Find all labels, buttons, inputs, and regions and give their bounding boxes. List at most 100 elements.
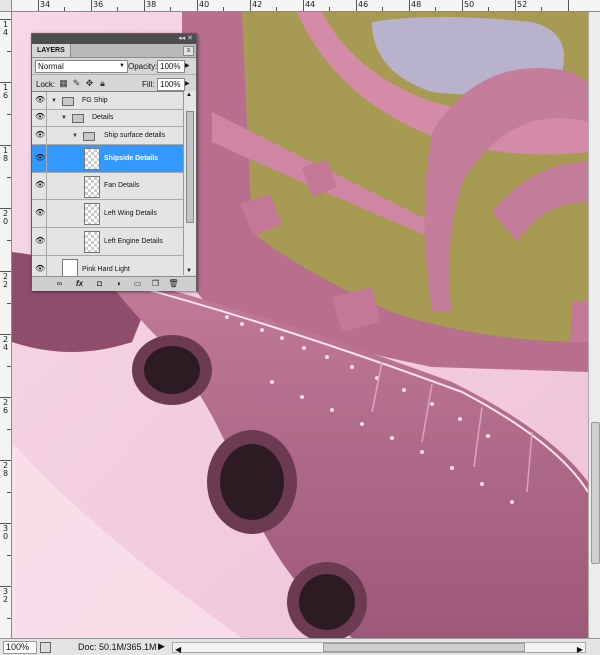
group-icon[interactable]: ▭: [132, 279, 143, 289]
scroll-thumb[interactable]: [323, 643, 525, 652]
link-icon[interactable]: ∞: [54, 279, 65, 289]
layer-thumbnail: [84, 176, 100, 198]
visibility-toggle[interactable]: 👁︎: [32, 145, 47, 172]
expand-triangle-icon[interactable]: ▼: [72, 132, 78, 140]
fx-icon[interactable]: fx: [74, 279, 85, 289]
eye-icon: 👁︎: [35, 207, 46, 217]
layer-name: Pink Hard Light: [82, 265, 130, 273]
lock-position-icon[interactable]: ✥: [85, 79, 94, 88]
layer-name: Left Wing Details: [104, 209, 157, 217]
eye-icon: 👁︎: [35, 235, 46, 245]
visibility-toggle[interactable]: 👁︎: [32, 200, 47, 227]
eye-icon: 👁︎: [35, 180, 46, 189]
ruler-label: 50: [464, 0, 475, 9]
new-layer-icon[interactable]: ❐: [150, 279, 161, 289]
eye-icon: 👁︎: [35, 112, 46, 121]
trash-icon[interactable]: 🗑︎: [168, 279, 179, 289]
layer-row[interactable]: 👁︎ ▼ Ship surface details: [32, 127, 183, 145]
doc-size-info: Doc: 50.1M/365.1M: [78, 642, 157, 652]
ruler-label: 22: [2, 272, 9, 289]
ruler-label: 36: [93, 0, 104, 9]
panel-titlebar[interactable]: ◂◂ ✕: [32, 34, 196, 44]
expand-triangle-icon[interactable]: ▼: [61, 114, 67, 122]
layer-name: Fan Details: [104, 182, 140, 189]
scroll-left-icon[interactable]: ◀: [175, 645, 181, 654]
layer-row[interactable]: 👁︎ Left Wing Details: [32, 200, 183, 228]
layer-row[interactable]: 👁︎ ▼ FG Ship: [32, 92, 183, 110]
ruler-label: 14: [2, 20, 9, 37]
opacity-field[interactable]: 100%: [157, 60, 185, 73]
ruler-label: 52: [517, 0, 528, 9]
layer-thumbnail: [84, 203, 100, 225]
visibility-toggle[interactable]: 👁︎: [32, 92, 47, 109]
tab-layers[interactable]: LAYERS: [32, 44, 71, 57]
collapse-icon[interactable]: ◂◂ ✕: [178, 34, 193, 44]
layer-thumbnail: [84, 148, 100, 170]
ruler-label: 44: [305, 0, 316, 9]
folder-icon: [62, 96, 74, 106]
ruler-label: 42: [252, 0, 263, 9]
layer-name: Details: [92, 114, 114, 121]
visibility-toggle[interactable]: 👁︎: [32, 256, 47, 276]
ruler-label: 30: [2, 524, 9, 541]
scroll-up-icon[interactable]: ▲: [186, 92, 192, 98]
status-bar: 100% Doc: 50.1M/365.1M ▶ ◀ ▶: [0, 638, 600, 655]
folder-icon: [72, 114, 84, 123]
ruler-label: 38: [146, 0, 157, 9]
horizontal-ruler[interactable]: 34 36 38 40 42 44 46 48 50 52: [0, 0, 600, 12]
layer-row[interactable]: 👁︎ Fan Details: [32, 173, 183, 200]
ruler-label: 34: [40, 0, 51, 9]
scroll-right-icon[interactable]: ▶: [577, 645, 583, 654]
layer-row-selected[interactable]: 👁︎ Shipside Details: [32, 145, 183, 173]
lock-transparency-icon[interactable]: ▦: [59, 79, 68, 88]
zoom-field[interactable]: 100%: [3, 641, 37, 654]
blend-mode-select[interactable]: Normal ▼: [35, 60, 128, 73]
eye-icon: 👁︎: [35, 94, 46, 104]
layers-list: 👁︎ ▼ FG Ship 👁︎ ▼ Details 👁︎ ▼ Ship surf…: [32, 91, 183, 276]
eye-icon: 👁︎: [35, 129, 46, 139]
eye-icon: 👁︎: [35, 263, 46, 273]
status-menu-arrow-icon[interactable]: ▶: [158, 641, 165, 652]
panel-menu-icon[interactable]: ≡: [183, 46, 194, 56]
layer-name: Left Engine Details: [104, 237, 163, 245]
layer-row[interactable]: 👁︎ Left Engine Details: [32, 228, 183, 256]
layer-name: FG Ship: [82, 96, 108, 104]
folder-icon: [83, 131, 95, 141]
adjustment-icon[interactable]: ◐: [114, 279, 125, 289]
layers-scrollbar[interactable]: ▲ ▼: [183, 91, 196, 275]
scroll-thumb[interactable]: [591, 422, 600, 564]
vertical-ruler[interactable]: 14 16 18 20 22 24 26 28 30 32: [0, 11, 12, 638]
layer-row[interactable]: 👁︎ Pink Hard Light: [32, 256, 183, 276]
visibility-toggle[interactable]: 👁︎: [32, 110, 47, 126]
opacity-label: Opacity:: [128, 62, 158, 71]
layer-row[interactable]: 👁︎ ▼ Details: [32, 110, 183, 127]
lock-image-icon[interactable]: ✎: [72, 79, 81, 88]
fill-arrow-icon[interactable]: ▶: [185, 80, 190, 87]
visibility-toggle[interactable]: 👁︎: [32, 173, 47, 199]
visibility-toggle[interactable]: 👁︎: [32, 127, 47, 144]
fill-field[interactable]: 100%: [157, 78, 185, 91]
layer-name: Ship surface details: [104, 131, 166, 139]
scroll-thumb[interactable]: [186, 111, 194, 223]
eye-icon: 👁︎: [35, 152, 46, 162]
ruler-label: 32: [2, 587, 9, 604]
layer-thumbnail: [84, 231, 100, 253]
ruler-corner[interactable]: [0, 0, 12, 12]
lock-all-icon[interactable]: 🔒︎: [98, 79, 107, 88]
document-status-icon[interactable]: [40, 642, 51, 653]
scroll-down-icon[interactable]: ▼: [186, 268, 192, 274]
ruler-label: 26: [2, 398, 9, 415]
expand-triangle-icon[interactable]: ▼: [51, 97, 57, 105]
canvas-horizontal-scrollbar[interactable]: ◀ ▶: [172, 642, 586, 654]
layer-thumbnail: [62, 259, 78, 276]
ruler-label: 16: [2, 83, 9, 100]
mask-icon[interactable]: ◘: [94, 279, 105, 289]
opacity-arrow-icon[interactable]: ▶: [185, 62, 190, 69]
ruler-label: 48: [411, 0, 422, 9]
canvas-vertical-scrollbar[interactable]: [588, 12, 600, 638]
lock-label: Lock:: [36, 80, 56, 89]
visibility-toggle[interactable]: 👁︎: [32, 228, 47, 255]
ruler-label: 28: [2, 461, 9, 478]
layers-panel: ◂◂ ✕ LAYERS ≡ Normal ▼ Opacity: 100% ▶ Lo…: [31, 33, 197, 291]
ruler-label: 20: [2, 209, 9, 226]
